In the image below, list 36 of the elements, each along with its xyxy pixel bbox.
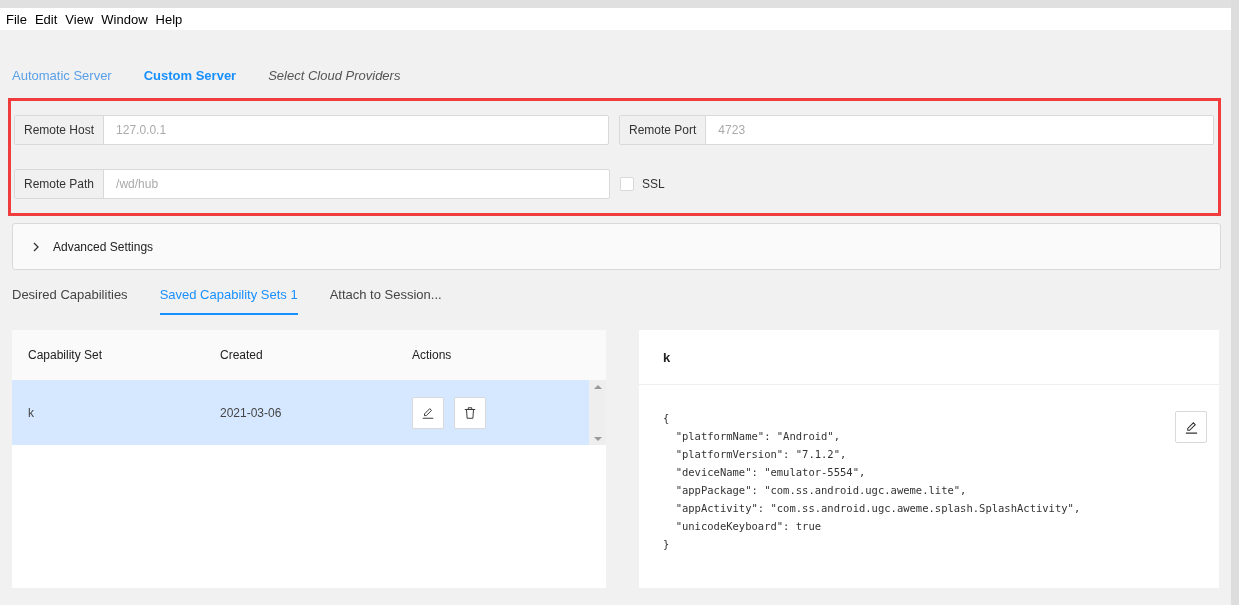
remote-port-field[interactable]: Remote Port 4723 [619,115,1214,145]
capability-tab[interactable]: Desired Capabilities [12,287,128,313]
detail-title: k [663,349,671,365]
remote-path-field[interactable]: Remote Path /wd/hub [14,169,610,199]
remote-host-field[interactable]: Remote Host 127.0.0.1 [14,115,609,145]
edit-button[interactable] [412,396,444,429]
menu-item[interactable]: File [2,11,31,27]
advanced-settings-label: Advanced Settings [53,239,154,254]
pencil-icon [1183,419,1199,435]
menu-item[interactable]: Edit [30,11,62,27]
delete-button[interactable] [454,396,486,429]
remote-host-input[interactable]: 127.0.0.1 [104,116,608,144]
remote-port-input[interactable]: 4723 [706,116,1213,144]
menu-item[interactable]: View [61,11,98,27]
ssl-checkbox[interactable] [620,177,634,191]
server-tab[interactable]: Select Cloud Providers [268,68,401,96]
code-text: { "platformName": "Android", "platformVersion": "7.1.2", "deviceName": "emulator-5554", "appPackage": "com.ss.android.ugc.aweme.lite", "appActivity": "com.ss.android.ugc.aweme.splash.SplashActivity", "unicodeKeyboard": true } [663,411,1081,552]
capability-tab[interactable]: Attach to Session... [329,287,442,313]
remote-path-input[interactable]: /wd/hub [104,170,609,198]
edit-button[interactable] [1175,411,1207,443]
ssl-label: SSL [642,177,665,191]
field-label: Remote Port [620,116,707,144]
trash-icon [463,405,477,420]
field-label: Remote Path [15,170,105,198]
menu-item[interactable]: Window [97,11,152,27]
column-header: Capability Set [28,348,104,362]
field-label: Remote Host [15,116,105,144]
table-cell-text: 2021-03-06 [220,405,283,420]
pencil-icon [421,405,435,420]
table-cell-text: k [28,405,35,420]
scrollbar[interactable] [589,380,606,445]
column-header: Created [220,348,264,362]
table-row[interactable]: k 2021-03-06 [12,380,589,445]
menu-item[interactable]: Help [151,11,187,27]
column-header: Actions [412,348,453,362]
advanced-settings-panel[interactable]: Advanced Settings [12,223,1221,270]
